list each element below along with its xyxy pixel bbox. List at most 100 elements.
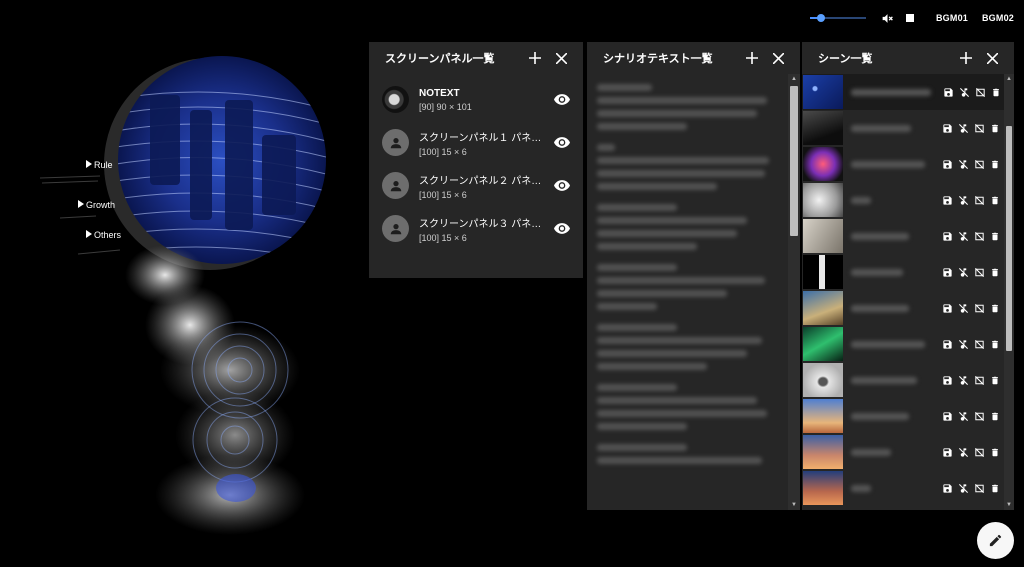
scene-row[interactable] bbox=[802, 470, 1004, 506]
music-off-icon[interactable] bbox=[956, 301, 970, 315]
image-off-icon[interactable] bbox=[972, 193, 986, 207]
eye-icon[interactable] bbox=[553, 91, 571, 109]
delete-icon[interactable] bbox=[988, 121, 1002, 135]
scenario-entry[interactable] bbox=[597, 324, 776, 370]
save-icon[interactable] bbox=[940, 121, 954, 135]
volume-slider[interactable] bbox=[809, 10, 866, 26]
music-off-icon[interactable] bbox=[956, 481, 970, 495]
volume-slider-thumb[interactable] bbox=[817, 14, 826, 22]
save-icon[interactable] bbox=[940, 445, 954, 459]
image-off-icon[interactable] bbox=[972, 157, 986, 171]
scenario-entry[interactable] bbox=[597, 264, 776, 310]
scene-row[interactable] bbox=[802, 110, 1004, 146]
scroll-up-icon[interactable]: ▲ bbox=[788, 74, 800, 84]
scrollbar-thumb[interactable] bbox=[790, 86, 798, 236]
scene-row[interactable] bbox=[802, 146, 1004, 182]
image-off-icon[interactable] bbox=[972, 229, 986, 243]
close-icon[interactable] bbox=[770, 50, 786, 66]
bgm02-button[interactable]: BGM02 bbox=[982, 13, 1014, 23]
scenario-entry[interactable] bbox=[597, 84, 776, 130]
music-off-icon[interactable] bbox=[956, 409, 970, 423]
scenario-entry[interactable] bbox=[597, 144, 776, 190]
eye-icon[interactable] bbox=[553, 177, 571, 195]
scenario-entry[interactable] bbox=[597, 444, 776, 464]
scroll-up-icon[interactable]: ▲ bbox=[1004, 74, 1014, 84]
music-off-icon[interactable] bbox=[956, 229, 970, 243]
save-icon[interactable] bbox=[940, 265, 954, 279]
music-off-icon[interactable] bbox=[956, 157, 970, 171]
scene-thumbnail[interactable] bbox=[803, 183, 843, 217]
music-off-icon[interactable] bbox=[957, 85, 971, 99]
scene-thumbnail[interactable] bbox=[803, 435, 843, 469]
stage-menu-rule[interactable]: Rule bbox=[94, 160, 113, 170]
delete-icon[interactable] bbox=[988, 301, 1002, 315]
music-off-icon[interactable] bbox=[956, 445, 970, 459]
add-icon[interactable] bbox=[744, 50, 760, 66]
scroll-down-icon[interactable]: ▼ bbox=[1004, 500, 1014, 510]
close-icon[interactable] bbox=[553, 50, 569, 66]
scene-thumbnail[interactable] bbox=[803, 471, 843, 505]
image-off-icon[interactable] bbox=[972, 265, 986, 279]
scene-row[interactable] bbox=[802, 218, 1004, 254]
save-icon[interactable] bbox=[941, 85, 955, 99]
scene-row[interactable] bbox=[802, 434, 1004, 470]
delete-icon[interactable] bbox=[988, 409, 1002, 423]
scene-row[interactable] bbox=[802, 398, 1004, 434]
scenario-entry[interactable] bbox=[597, 384, 776, 430]
scene-thumbnail[interactable] bbox=[803, 363, 843, 397]
music-off-icon[interactable] bbox=[956, 121, 970, 135]
scene-scrollbar[interactable]: ▲ ▼ bbox=[1004, 74, 1014, 510]
delete-icon[interactable] bbox=[988, 229, 1002, 243]
save-icon[interactable] bbox=[940, 481, 954, 495]
delete-icon[interactable] bbox=[988, 337, 1002, 351]
music-off-icon[interactable] bbox=[956, 193, 970, 207]
save-icon[interactable] bbox=[940, 157, 954, 171]
scene-thumbnail[interactable] bbox=[803, 291, 843, 325]
scene-row[interactable] bbox=[802, 290, 1004, 326]
stage-menu-others[interactable]: Others bbox=[94, 230, 122, 240]
scene-thumbnail[interactable] bbox=[803, 111, 843, 145]
list-item[interactable]: スクリーンパネル１ パネル… [100] 15 × 6 bbox=[369, 121, 583, 164]
delete-icon[interactable] bbox=[988, 265, 1002, 279]
save-icon[interactable] bbox=[940, 337, 954, 351]
scene-row[interactable] bbox=[802, 362, 1004, 398]
list-item[interactable]: スクリーンパネル２ パネル… [100] 15 × 6 bbox=[369, 164, 583, 207]
scene-thumbnail[interactable] bbox=[803, 219, 843, 253]
eye-icon[interactable] bbox=[553, 220, 571, 238]
music-off-icon[interactable] bbox=[956, 337, 970, 351]
image-off-icon[interactable] bbox=[972, 409, 986, 423]
scene-row[interactable] bbox=[802, 182, 1004, 218]
scene-thumbnail[interactable] bbox=[803, 255, 843, 289]
music-off-icon[interactable] bbox=[956, 373, 970, 387]
list-item[interactable]: スクリーンパネル３ パネル… [100] 15 × 6 bbox=[369, 207, 583, 250]
image-off-icon[interactable] bbox=[972, 481, 986, 495]
music-off-icon[interactable] bbox=[956, 265, 970, 279]
delete-icon[interactable] bbox=[988, 373, 1002, 387]
scene-thumbnail[interactable] bbox=[803, 75, 843, 109]
save-icon[interactable] bbox=[940, 301, 954, 315]
image-off-icon[interactable] bbox=[972, 301, 986, 315]
add-icon[interactable] bbox=[527, 50, 543, 66]
image-off-icon[interactable] bbox=[972, 121, 986, 135]
image-off-icon[interactable] bbox=[972, 373, 986, 387]
image-off-icon[interactable] bbox=[973, 85, 987, 99]
save-icon[interactable] bbox=[940, 229, 954, 243]
delete-icon[interactable] bbox=[988, 481, 1002, 495]
stop-icon[interactable] bbox=[905, 14, 914, 22]
scene-row[interactable] bbox=[802, 254, 1004, 290]
save-icon[interactable] bbox=[940, 373, 954, 387]
eye-icon[interactable] bbox=[553, 134, 571, 152]
image-off-icon[interactable] bbox=[972, 445, 986, 459]
edit-button[interactable] bbox=[977, 522, 1014, 559]
scene-row[interactable] bbox=[802, 74, 1004, 110]
scene-thumbnail[interactable] bbox=[803, 399, 843, 433]
delete-icon[interactable] bbox=[988, 445, 1002, 459]
scrollbar-thumb[interactable] bbox=[1006, 126, 1012, 351]
image-off-icon[interactable] bbox=[972, 337, 986, 351]
save-icon[interactable] bbox=[940, 193, 954, 207]
delete-icon[interactable] bbox=[988, 193, 1002, 207]
delete-icon[interactable] bbox=[988, 157, 1002, 171]
scroll-down-icon[interactable]: ▼ bbox=[788, 500, 800, 510]
mute-icon[interactable] bbox=[880, 10, 896, 26]
delete-icon[interactable] bbox=[989, 85, 1003, 99]
